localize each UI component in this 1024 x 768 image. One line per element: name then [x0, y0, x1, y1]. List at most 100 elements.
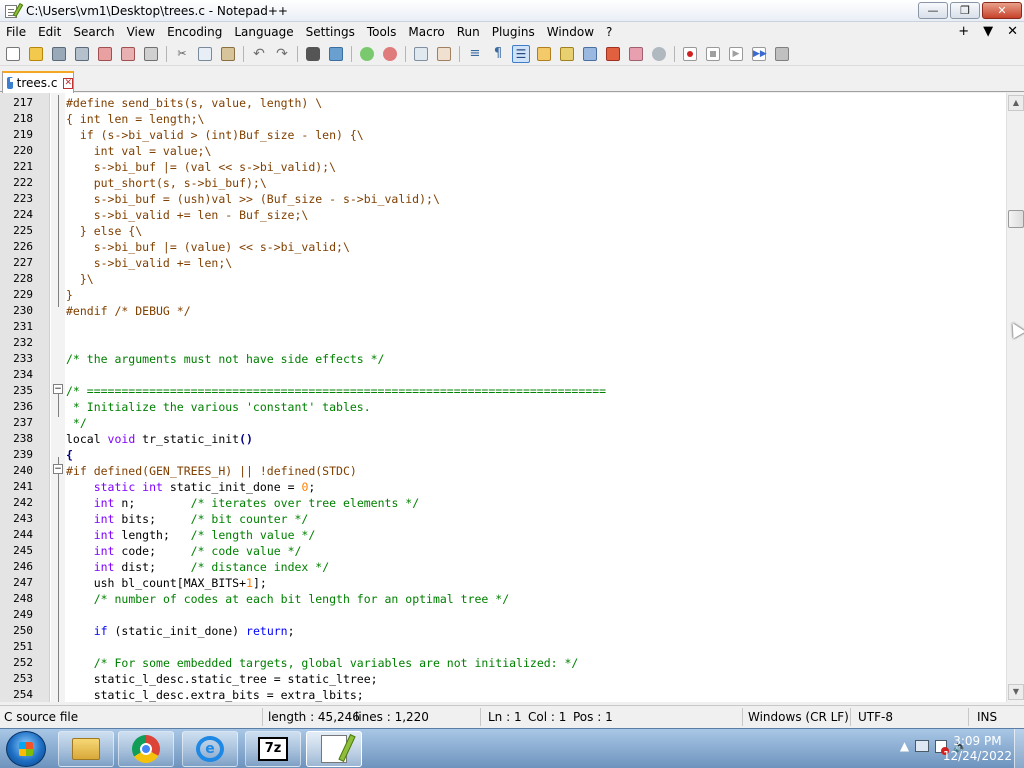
show-desktop-button[interactable] — [1014, 729, 1024, 768]
line-number[interactable]: 227 — [0, 255, 33, 271]
playback-macro-icon[interactable]: ▶ — [727, 45, 745, 63]
indent-guide-icon[interactable]: ☰ — [512, 44, 530, 63]
system-clock[interactable]: 3:09 PM 12/24/2022 — [943, 734, 1012, 764]
code-line[interactable]: static_l_desc.static_tree = static_ltree… — [66, 671, 378, 687]
line-number[interactable]: 250 — [0, 623, 33, 639]
fold-toggle-icon[interactable]: − — [53, 464, 63, 474]
code-line[interactable]: } — [66, 287, 73, 303]
internet-explorer-icon[interactable]: e — [182, 731, 238, 767]
sync-horizontal-icon[interactable] — [435, 45, 453, 63]
line-number[interactable]: 233 — [0, 351, 33, 367]
find-icon[interactable] — [304, 45, 322, 63]
close-icon[interactable] — [96, 45, 114, 63]
line-number[interactable]: 252 — [0, 655, 33, 671]
monitoring-icon[interactable] — [650, 45, 668, 63]
code-line[interactable]: }\ — [66, 271, 94, 287]
zoom-in-icon[interactable] — [358, 45, 376, 63]
sync-vertical-icon[interactable] — [412, 45, 430, 63]
menu-settings[interactable]: Settings — [300, 22, 361, 42]
menu-plugins[interactable]: Plugins — [486, 22, 541, 42]
cut-icon[interactable]: ✂ — [173, 45, 191, 63]
network-icon[interactable] — [915, 740, 930, 752]
maximize-button[interactable]: ❐ — [950, 2, 980, 19]
line-number[interactable]: 223 — [0, 191, 33, 207]
code-line[interactable]: s->bi_buf |= (val << s->bi_valid);\ — [66, 159, 336, 175]
line-number[interactable]: 234 — [0, 367, 33, 383]
code-line[interactable]: s->bi_valid += len;\ — [66, 255, 232, 271]
line-number[interactable]: 239 — [0, 447, 33, 463]
line-number[interactable]: 230 — [0, 303, 33, 319]
scrollbar-thumb[interactable] — [1008, 210, 1024, 228]
code-line[interactable]: { int len = length;\ — [66, 111, 204, 127]
menu-search[interactable]: Search — [67, 22, 120, 42]
menu-encoding[interactable]: Encoding — [161, 22, 228, 42]
menu-macro[interactable]: Macro — [402, 22, 450, 42]
code-editor[interactable]: − − ▲ ▼ 217 #define send_bits(s, value, l… — [0, 93, 1024, 702]
line-number[interactable]: 222 — [0, 175, 33, 191]
line-number[interactable]: 248 — [0, 591, 33, 607]
line-number[interactable]: 241 — [0, 479, 33, 495]
line-number[interactable]: 246 — [0, 559, 33, 575]
user-defined-language-icon[interactable] — [535, 45, 553, 63]
line-number[interactable]: 221 — [0, 159, 33, 175]
menu-window[interactable]: Window — [541, 22, 600, 42]
line-number[interactable]: 228 — [0, 271, 33, 287]
file-explorer-icon[interactable] — [58, 731, 114, 767]
paste-icon[interactable] — [219, 45, 237, 63]
code-line[interactable]: #define send_bits(s, value, length) \ — [66, 95, 322, 111]
code-line[interactable]: if (static_init_done) return; — [66, 623, 295, 639]
stop-recording-icon[interactable] — [704, 45, 722, 63]
line-number[interactable]: 229 — [0, 287, 33, 303]
line-number[interactable]: 226 — [0, 239, 33, 255]
code-line[interactable]: int length; /* length value */ — [66, 527, 316, 543]
line-number[interactable]: 242 — [0, 495, 33, 511]
menu-file[interactable]: File — [0, 22, 32, 42]
line-number[interactable]: 231 — [0, 319, 33, 335]
replace-icon[interactable] — [327, 45, 345, 63]
menu-language[interactable]: Language — [228, 22, 299, 42]
start-button[interactable] — [6, 731, 46, 767]
code-line[interactable]: * Initialize the various 'constant' tabl… — [66, 399, 371, 415]
line-number[interactable]: 253 — [0, 671, 33, 687]
line-number[interactable]: 220 — [0, 143, 33, 159]
menu-tools[interactable]: Tools — [361, 22, 403, 42]
line-number[interactable]: 249 — [0, 607, 33, 623]
undo-icon[interactable]: ↶ — [250, 45, 268, 63]
code-line[interactable]: s->bi_buf = (ush)val >> (Buf_size - s->b… — [66, 191, 440, 207]
line-number[interactable]: 243 — [0, 511, 33, 527]
code-line[interactable]: put_short(s, s->bi_buf);\ — [66, 175, 267, 191]
menu-view[interactable]: View — [121, 22, 161, 42]
close-all-icon[interactable] — [119, 45, 137, 63]
show-hidden-icons-icon[interactable]: ▲ — [900, 739, 909, 753]
code-line[interactable]: s->bi_buf |= (value) << s->bi_valid;\ — [66, 239, 350, 255]
code-line[interactable]: s->bi_valid += len - Buf_size;\ — [66, 207, 309, 223]
save-icon[interactable] — [50, 45, 68, 63]
line-number[interactable]: 224 — [0, 207, 33, 223]
code-line[interactable]: static_l_desc.extra_bits = extra_lbits; — [66, 687, 364, 702]
close-document-button[interactable]: ✕ — [1007, 22, 1018, 42]
line-number[interactable]: 218 — [0, 111, 33, 127]
folder-as-workspace-icon[interactable] — [627, 45, 645, 63]
line-number[interactable]: 219 — [0, 127, 33, 143]
scroll-up-icon[interactable]: ▲ — [1008, 95, 1024, 111]
tab-list-dropdown-icon[interactable]: ▼ — [983, 22, 993, 42]
save-macro-icon[interactable] — [773, 45, 791, 63]
line-number[interactable]: 247 — [0, 575, 33, 591]
minimize-button[interactable]: — — [918, 2, 948, 19]
code-line[interactable]: /* =====================================… — [66, 383, 606, 399]
tab-close-icon[interactable]: ✕ — [63, 77, 73, 89]
menu-run[interactable]: Run — [451, 22, 486, 42]
code-line[interactable]: /* For some embedded targets, global var… — [66, 655, 579, 671]
line-number[interactable]: 237 — [0, 415, 33, 431]
save-all-icon[interactable] — [73, 45, 91, 63]
code-line[interactable]: int bits; /* bit counter */ — [66, 511, 309, 527]
fold-toggle-icon[interactable]: − — [53, 384, 63, 394]
notepadpp-icon[interactable] — [306, 731, 362, 767]
code-line[interactable]: int n; /* iterates over tree elements */ — [66, 495, 419, 511]
run-macro-multiple-icon[interactable]: ▶▶ — [750, 45, 768, 63]
vertical-scrollbar[interactable]: ▲ ▼ — [1006, 93, 1024, 702]
document-map-icon[interactable] — [558, 45, 576, 63]
code-line[interactable]: int dist; /* distance index */ — [66, 559, 329, 575]
open-file-icon[interactable] — [27, 45, 45, 63]
line-number[interactable]: 235 — [0, 383, 33, 399]
